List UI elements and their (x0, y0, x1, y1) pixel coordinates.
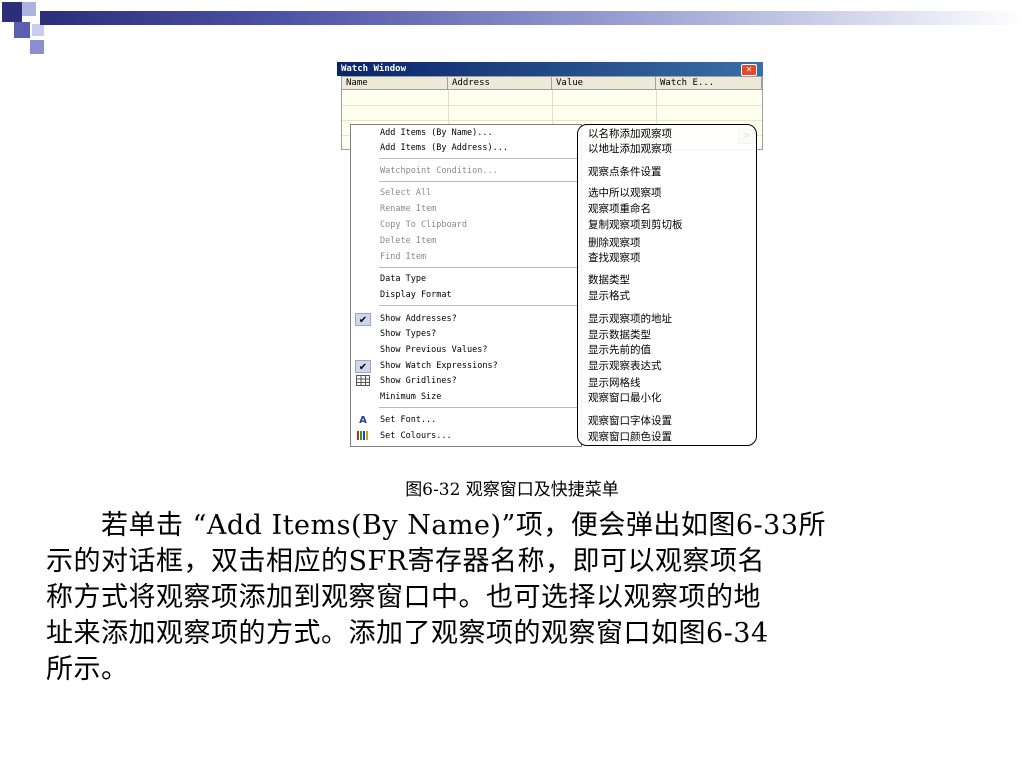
column-header-name[interactable]: Name (342, 77, 448, 90)
menu-separator (379, 181, 579, 182)
paragraph-line: 若单击 “Add Items(By Name)”项，便会弹出如图6-33所 (46, 510, 826, 541)
callout-item: 以名称添加观察项 (588, 128, 672, 140)
menu-item-find-item[interactable]: Find Item (380, 252, 426, 263)
menu-separator (379, 407, 579, 408)
menu-item-show-gridlines[interactable]: Show Gridlines? (380, 376, 457, 387)
watch-window-screenshot: Watch Window ✕ Name Address Value Watch … (337, 62, 763, 448)
grid-icon-svg (356, 375, 370, 386)
chinese-annotation-callout: 以名称添加观察项 以地址添加观察项 观察点条件设置 选中所以观察项 观察项重命名… (577, 124, 757, 446)
context-menu: Add Items (By Name)... Add Items (By Add… (350, 124, 582, 447)
menu-item-display-format[interactable]: Display Format (380, 290, 452, 301)
menu-item-show-watch-expressions[interactable]: Show Watch Expressions? (380, 361, 498, 372)
paragraph-line: 址来添加观察项的方式。添加了观察项的观察窗口如图6-34 (46, 618, 769, 649)
header-gradient-bar (40, 11, 1024, 25)
decor-square (22, 2, 36, 16)
callout-item: 显示网格线 (588, 377, 641, 389)
decor-square (14, 22, 30, 38)
callout-item: 删除观察项 (588, 237, 641, 249)
menu-item-delete-item[interactable]: Delete Item (380, 236, 436, 247)
callout-item: 观察窗口颜色设置 (588, 431, 672, 443)
menu-item-add-by-name[interactable]: Add Items (By Name)... (380, 128, 493, 139)
menu-item-minimum-size[interactable]: Minimum Size (380, 392, 441, 403)
menu-separator (379, 158, 579, 159)
menu-item-set-font[interactable]: Set Font... (380, 415, 436, 426)
callout-item: 观察窗口字体设置 (588, 415, 672, 427)
colours-icon (355, 430, 371, 443)
window-title: Watch Window (341, 64, 407, 74)
menu-separator (379, 267, 579, 268)
menu-separator (379, 305, 579, 306)
callout-item: 显示观察项的地址 (588, 313, 672, 325)
column-header-address[interactable]: Address (448, 77, 552, 90)
figure-caption: 图6-32 观察窗口及快捷菜单 (405, 480, 619, 500)
callout-item: 查找观察项 (588, 252, 641, 264)
menu-item-show-types[interactable]: Show Types? (380, 329, 436, 340)
decor-square (30, 40, 44, 54)
callout-item: 选中所以观察项 (588, 187, 662, 199)
menu-item-copy-to-clipboard[interactable]: Copy To Clipboard (380, 220, 467, 231)
menu-item-select-all[interactable]: Select All (380, 188, 431, 199)
colours-icon-svg (357, 431, 368, 440)
menu-item-data-type[interactable]: Data Type (380, 274, 426, 285)
callout-item: 显示先前的值 (588, 344, 651, 356)
paragraph-line: 所示。 (46, 654, 129, 685)
paragraph-line: 称方式将观察项添加到观察窗口中。也可选择以观察项的地 (46, 582, 761, 613)
callout-item: 显示格式 (588, 290, 630, 302)
menu-item-rename-item[interactable]: Rename Item (380, 204, 436, 215)
menu-item-show-previous-values[interactable]: Show Previous Values? (380, 345, 487, 356)
callout-item: 复制观察项到剪切板 (588, 219, 683, 231)
body-paragraph: 若单击 “Add Items(By Name)”项，便会弹出如图6-33所 示的… (46, 508, 938, 688)
menu-item-add-by-address[interactable]: Add Items (By Address)... (380, 143, 508, 154)
decor-square (32, 24, 44, 36)
column-header-watch-expr[interactable]: Watch E... (656, 77, 762, 90)
checkmark-icon: ✔ (355, 313, 371, 326)
callout-item: 数据类型 (588, 274, 630, 286)
menu-item-set-colours[interactable]: Set Colours... (380, 431, 452, 442)
decor-square (2, 2, 22, 22)
paragraph-line: 示的对话框，双击相应的SFR寄存器名称，即可以观察项名 (46, 546, 766, 577)
callout-item: 显示观察表达式 (588, 360, 662, 372)
font-icon: A (359, 415, 367, 426)
checkmark-icon: ✔ (355, 360, 371, 373)
column-header-value[interactable]: Value (552, 77, 656, 90)
callout-item: 观察窗口最小化 (588, 392, 662, 404)
close-x-icon[interactable]: ✕ (741, 64, 757, 76)
callout-item: 观察点条件设置 (588, 166, 662, 178)
menu-item-watchpoint-condition[interactable]: Watchpoint Condition... (380, 166, 498, 177)
grid-icon (355, 375, 371, 388)
menu-item-show-addresses[interactable]: Show Addresses? (380, 314, 457, 325)
callout-item: 观察项重命名 (588, 203, 651, 215)
window-titlebar: Watch Window ✕ (337, 62, 763, 76)
callout-item: 显示数据类型 (588, 329, 651, 341)
callout-item: 以地址添加观察项 (588, 143, 672, 155)
